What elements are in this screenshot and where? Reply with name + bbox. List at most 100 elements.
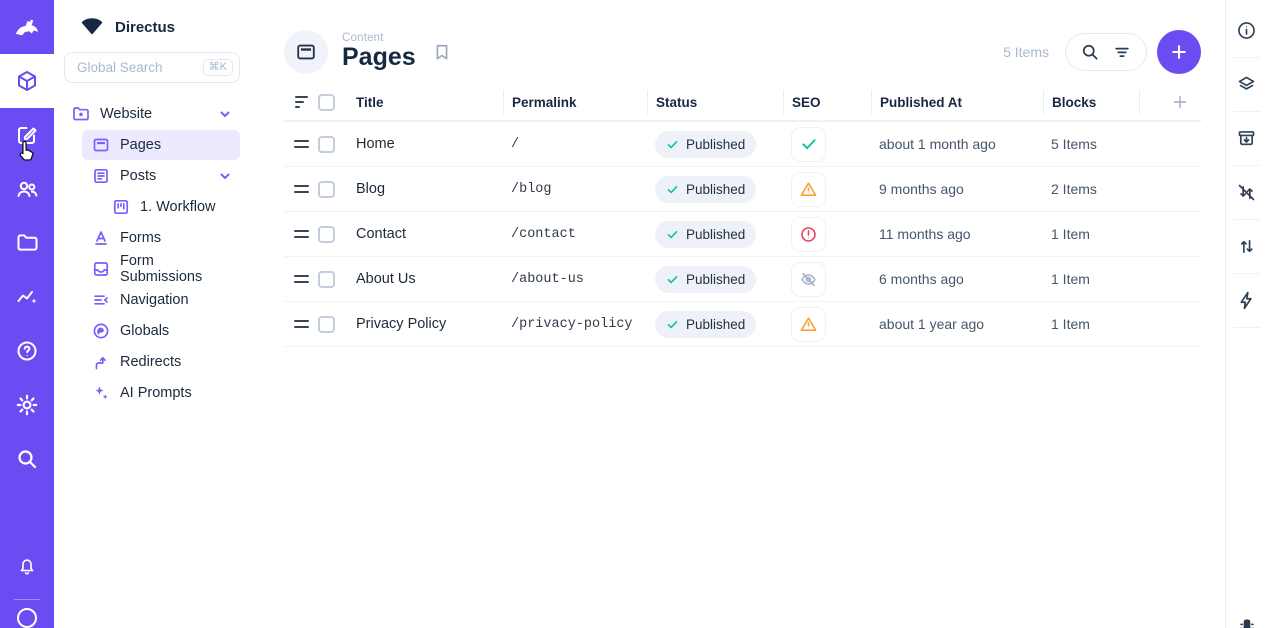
sidebar-item-ai-prompts[interactable]: AI Prompts xyxy=(82,378,240,408)
sidebar-item-form-submissions[interactable]: Form Submissions xyxy=(82,254,240,284)
sidebar-divider xyxy=(1234,165,1260,166)
check-icon xyxy=(666,318,679,331)
chevron-down-icon[interactable] xyxy=(218,169,232,183)
sidebar-item-globals[interactable]: Globals xyxy=(82,316,240,346)
drag-handle[interactable] xyxy=(284,140,318,148)
column-header-title[interactable]: Title xyxy=(348,90,503,114)
status-badge: Published xyxy=(655,176,756,203)
module-help-button[interactable] xyxy=(0,324,54,378)
page-title: Pages xyxy=(342,44,416,72)
table-row[interactable]: Blog /blog Published 9 months ago 2 Item… xyxy=(284,167,1201,212)
collection-icon-badge[interactable] xyxy=(284,30,328,74)
select-all-checkbox[interactable] xyxy=(318,94,335,111)
table-header-row: Title Permalink Status SEO Published At … xyxy=(284,84,1201,122)
sidebar-item-pages[interactable]: Pages xyxy=(82,130,240,160)
bolt-icon xyxy=(1236,290,1257,311)
sidebar-divider xyxy=(1234,111,1260,112)
cell-blocks: 1 Item xyxy=(1043,316,1139,332)
inbox-icon xyxy=(92,260,110,278)
insights-icon xyxy=(15,285,39,309)
article-icon xyxy=(92,167,110,185)
drag-handle[interactable] xyxy=(284,320,318,328)
table-row[interactable]: Home / Published about 1 month ago 5 Ite… xyxy=(284,122,1201,167)
manual-sort-icon[interactable] xyxy=(295,96,318,108)
search-filter-pill xyxy=(1065,33,1147,71)
module-insights-button[interactable] xyxy=(0,270,54,324)
cell-published-at: 6 months ago xyxy=(871,271,1043,287)
sidebar-divider xyxy=(1234,219,1260,220)
column-header-permalink[interactable]: Permalink xyxy=(503,90,647,114)
row-checkbox[interactable] xyxy=(318,136,335,153)
archive-icon xyxy=(1236,128,1257,149)
module-settings-button[interactable] xyxy=(0,378,54,432)
global-search-box[interactable]: ⌘K xyxy=(64,52,240,83)
sidebar-item-posts[interactable]: Posts xyxy=(82,161,240,191)
column-header-seo[interactable]: SEO xyxy=(783,90,871,114)
table-row[interactable]: Privacy Policy /privacy-policy Published… xyxy=(284,302,1201,347)
table-row[interactable]: Contact /contact Published 11 months ago… xyxy=(284,212,1201,257)
account-icon xyxy=(15,606,39,628)
search-icon[interactable] xyxy=(1080,42,1100,62)
drag-handle[interactable] xyxy=(284,230,318,238)
bookmark-icon xyxy=(432,42,452,62)
module-bar-divider xyxy=(14,599,40,600)
pages-table: Title Permalink Status SEO Published At … xyxy=(284,84,1201,347)
sidebar-divider xyxy=(1234,273,1260,274)
project-header[interactable]: Directus xyxy=(54,14,260,52)
rabbit-logo-icon xyxy=(12,15,42,39)
module-content-button[interactable] xyxy=(0,54,54,108)
sidebar-item-workflow[interactable]: 1. Workflow xyxy=(102,192,240,222)
import-export-button[interactable] xyxy=(1236,225,1257,268)
menu-arrow-icon xyxy=(92,291,110,309)
redirect-icon xyxy=(92,353,110,371)
table-row[interactable]: About Us /about-us Published 6 months ag… xyxy=(284,257,1201,302)
bug-report-icon-partial[interactable] xyxy=(1237,616,1257,628)
module-search-button[interactable] xyxy=(0,432,54,486)
row-checkbox[interactable] xyxy=(318,181,335,198)
status-badge: Published xyxy=(655,221,756,248)
flows-button[interactable] xyxy=(1236,279,1257,322)
check-icon xyxy=(666,183,679,196)
row-checkbox[interactable] xyxy=(318,271,335,288)
add-item-button[interactable] xyxy=(1157,30,1201,74)
global-search-input[interactable] xyxy=(77,60,181,75)
sidebar-item-navigation[interactable]: Navigation xyxy=(82,285,240,315)
sync-disabled-button[interactable] xyxy=(1236,171,1257,214)
sidebar-item-label: Form Submissions xyxy=(120,253,240,285)
bug-icon xyxy=(1237,616,1257,628)
sidebar-item-website[interactable]: Website xyxy=(62,99,240,129)
account-icon-partial[interactable] xyxy=(0,606,54,628)
column-header-blocks[interactable]: Blocks xyxy=(1043,90,1139,114)
notifications-button[interactable] xyxy=(0,539,54,593)
check-icon xyxy=(666,273,679,286)
sidebar-item-forms[interactable]: Forms xyxy=(82,223,240,253)
row-checkbox[interactable] xyxy=(318,316,335,333)
sidebar-item-label: Globals xyxy=(120,323,169,339)
window-icon xyxy=(92,136,110,154)
layout-options-button[interactable] xyxy=(1236,63,1257,106)
cell-title: About Us xyxy=(348,271,503,287)
sidebar-divider xyxy=(1234,57,1260,58)
row-checkbox[interactable] xyxy=(318,226,335,243)
chevron-down-icon[interactable] xyxy=(218,107,232,121)
info-sidebar-button[interactable] xyxy=(1236,9,1257,52)
module-files-button[interactable] xyxy=(0,216,54,270)
filter-icon[interactable] xyxy=(1112,42,1132,62)
module-users-button[interactable] xyxy=(0,162,54,216)
right-sidebar xyxy=(1225,0,1267,628)
check-icon xyxy=(666,228,679,241)
archive-button[interactable] xyxy=(1236,117,1257,160)
cell-title: Contact xyxy=(348,226,503,242)
add-column-button[interactable] xyxy=(1139,90,1201,114)
column-header-published-at[interactable]: Published At xyxy=(871,90,1043,114)
bookmark-button[interactable] xyxy=(432,42,452,62)
import-export-icon xyxy=(1236,236,1257,257)
cell-permalink: /blog xyxy=(503,182,647,197)
drag-handle[interactable] xyxy=(284,275,318,283)
info-icon xyxy=(1236,20,1257,41)
drag-handle[interactable] xyxy=(284,185,318,193)
module-editor-button[interactable] xyxy=(0,108,54,162)
column-header-status[interactable]: Status xyxy=(647,90,783,114)
sidebar-item-redirects[interactable]: Redirects xyxy=(82,347,240,377)
directus-logo[interactable] xyxy=(0,0,54,54)
